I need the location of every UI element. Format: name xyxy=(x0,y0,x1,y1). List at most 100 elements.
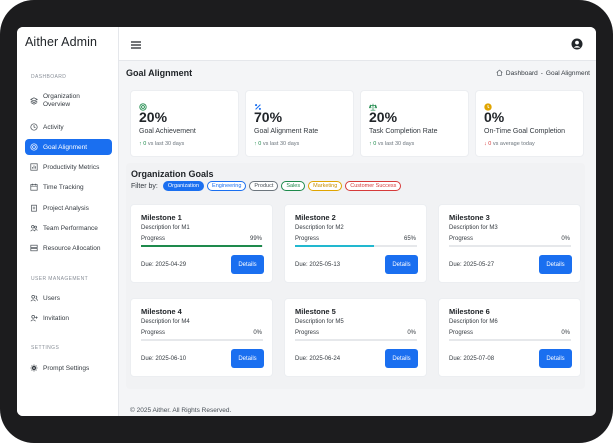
sidebar-item-label: Productivity Metrics xyxy=(43,163,100,171)
progress-bar-fill xyxy=(295,245,375,247)
milestone-description: Description for M5 xyxy=(295,319,344,325)
breadcrumb-separator: - xyxy=(540,70,543,77)
kpi-trend: ↑ 0 vs last 30 days xyxy=(139,141,184,147)
milestone-card: Milestone 3 Description for M3 Progress … xyxy=(438,204,581,283)
milestone-title: Milestone 2 xyxy=(295,213,336,222)
sidebar-item-team-performance[interactable]: Team Performance xyxy=(25,220,112,236)
footer-copyright: © 2025 Aither. All Rights Reserved. xyxy=(130,407,232,414)
kpi-sub-label: vs last 30 days xyxy=(262,141,300,147)
sidebar-item-label: Invitation xyxy=(43,314,70,322)
kpi-card-goal-achievement: 20% Goal Achievement ↑ 0 vs last 30 days xyxy=(130,90,239,157)
sidebar-item-label: Resource Allocation xyxy=(43,244,101,252)
filter-chip-engineering[interactable]: Engineering xyxy=(207,181,247,191)
breadcrumb-home-link[interactable]: Dashboard xyxy=(506,70,538,77)
milestone-description: Description for M4 xyxy=(141,319,190,325)
hamburger-icon[interactable] xyxy=(130,38,142,50)
progress-label: Progress xyxy=(141,236,166,242)
milestone-card: Milestone 5 Description for M5 Progress … xyxy=(284,298,427,377)
sidebar-item-prompt-settings[interactable]: Prompt Settings xyxy=(25,360,112,376)
filter-chip-product[interactable]: Product xyxy=(249,181,279,191)
sidebar-item-project-analysis[interactable]: Project Analysis xyxy=(25,200,112,216)
milestone-title: Milestone 4 xyxy=(141,307,182,316)
progress-label: Progress xyxy=(295,236,320,242)
milestone-due-date: Due: 2025-04-29 xyxy=(141,262,187,268)
sidebar-item-invitation[interactable]: Invitation xyxy=(25,310,112,326)
filter-chip-customer-success[interactable]: Customer Success xyxy=(345,181,402,191)
milestone-description: Description for M6 xyxy=(449,319,498,325)
milestone-description: Description for M2 xyxy=(295,225,344,231)
users-icon xyxy=(30,294,38,302)
progress-bar xyxy=(449,339,571,341)
milestone-card: Milestone 2 Description for M2 Progress … xyxy=(284,204,427,283)
section-title: Organization Goals xyxy=(131,169,214,179)
progress-bar xyxy=(449,245,571,247)
sidebar-item-productivity-metrics[interactable]: Productivity Metrics xyxy=(25,159,112,175)
details-button[interactable]: Details xyxy=(385,349,418,368)
sidebar-item-activity[interactable]: Activity xyxy=(25,119,112,135)
progress-bar xyxy=(295,339,417,341)
kpi-delta: 0 xyxy=(373,141,377,147)
milestone-title: Milestone 6 xyxy=(449,307,490,316)
sidebar-item-users[interactable]: Users xyxy=(25,290,112,306)
sidebar-item-label: Activity xyxy=(43,123,64,131)
user-plus-icon xyxy=(30,314,38,322)
sidebar-item-time-tracking[interactable]: Time Tracking xyxy=(25,179,112,195)
details-button[interactable]: Details xyxy=(539,349,572,368)
server-icon xyxy=(30,244,38,252)
filter-chip-marketing[interactable]: Marketing xyxy=(308,181,343,191)
progress-percent: 0% xyxy=(561,236,570,242)
kpi-delta: 0 xyxy=(258,141,262,147)
user-circle-icon[interactable] xyxy=(571,37,583,50)
progress-percent: 0% xyxy=(407,330,416,336)
progress-bar xyxy=(295,245,417,247)
filter-chip-sales[interactable]: Sales xyxy=(281,181,306,191)
sidebar-section-user-management: USER MANAGEMENT xyxy=(31,276,89,282)
kpi-sub-label: vs average today xyxy=(492,141,535,147)
home-icon xyxy=(496,69,503,78)
sidebar-item-label: Goal Alignment xyxy=(43,143,88,151)
kpi-label: Goal Alignment Rate xyxy=(254,128,319,135)
progress-percent: 99% xyxy=(249,236,262,242)
team-icon xyxy=(30,224,38,232)
progress-bar xyxy=(141,245,263,247)
sidebar-item-label: Team Performance xyxy=(43,224,98,232)
target-icon xyxy=(30,143,38,151)
kpi-delta: 0 xyxy=(488,141,492,147)
clock-icon xyxy=(484,98,492,111)
details-button[interactable]: Details xyxy=(231,349,264,368)
percent-icon xyxy=(254,98,262,110)
filter-row: Filter by: Organization Engineering Prod… xyxy=(131,181,402,191)
milestone-card: Milestone 6 Description for M6 Progress … xyxy=(438,298,581,377)
progress-percent: 0% xyxy=(561,330,570,336)
progress-label: Progress xyxy=(449,236,474,242)
kpi-card-on-time-goal-completion: 0% On-Time Goal Completion ↓ 0 vs averag… xyxy=(475,90,584,157)
details-button[interactable]: Details xyxy=(385,255,418,274)
details-button[interactable]: Details xyxy=(231,255,264,274)
sidebar-item-label: Project Analysis xyxy=(43,204,89,212)
sidebar-item-goal-alignment[interactable]: Goal Alignment xyxy=(25,139,112,155)
brand-title: Aither Admin xyxy=(25,35,98,49)
kpi-sub-label: vs last 30 days xyxy=(377,141,415,147)
kpi-card-task-completion-rate: 20% Task Completion Rate ↑ 0 vs last 30 … xyxy=(360,90,469,157)
progress-percent: 0% xyxy=(253,330,262,336)
tablet-frame: Aither Admin DASHBOARD Organization Over… xyxy=(0,0,613,443)
kpi-label: Goal Achievement xyxy=(139,128,196,135)
sidebar: Aither Admin DASHBOARD Organization Over… xyxy=(17,27,119,416)
kpi-value: 0% xyxy=(484,109,505,125)
kpi-label: On-Time Goal Completion xyxy=(484,128,566,135)
app-screen: Aither Admin DASHBOARD Organization Over… xyxy=(17,27,596,416)
progress-percent: 65% xyxy=(403,236,416,242)
details-button[interactable]: Details xyxy=(539,255,572,274)
milestone-due-date: Due: 2025-06-10 xyxy=(141,356,187,362)
kpi-trend: ↓ 0 vs average today xyxy=(484,141,535,147)
sidebar-item-resource-allocation[interactable]: Resource Allocation xyxy=(25,240,112,256)
kpi-label: Task Completion Rate xyxy=(369,128,438,135)
milestone-due-date: Due: 2025-06-24 xyxy=(295,356,341,362)
filter-chip-organization[interactable]: Organization xyxy=(162,181,205,191)
sidebar-item-organization-overview[interactable]: Organization Overview xyxy=(25,90,112,112)
kpi-card-goal-alignment-rate: 70% Goal Alignment Rate ↑ 0 vs last 30 d… xyxy=(245,90,354,157)
organization-goals-panel: Organization Goals Filter by: Organizati… xyxy=(126,163,585,389)
sidebar-section-dashboard: DASHBOARD xyxy=(31,74,67,80)
kpi-value: 20% xyxy=(139,109,168,125)
kpi-delta: 0 xyxy=(143,141,147,147)
